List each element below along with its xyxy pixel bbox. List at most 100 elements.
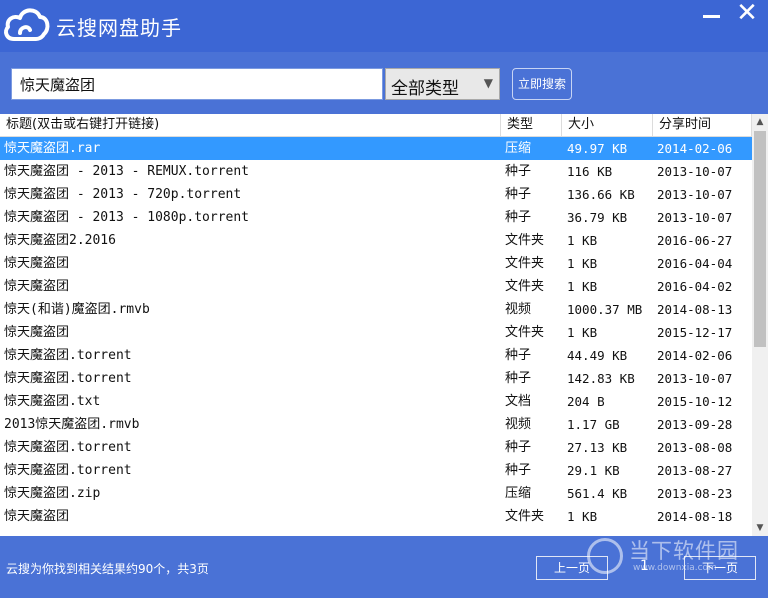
cell-title: 惊天魔盗团2.2016 xyxy=(4,233,116,248)
search-input[interactable] xyxy=(11,68,383,100)
search-bar: 全部类型 ▼ 立即搜索 xyxy=(0,52,768,114)
cell-type: 文件夹 xyxy=(505,279,545,294)
cell-size: 36.79 KB xyxy=(567,210,628,225)
cell-time: 2013-08-08 xyxy=(657,440,733,455)
table-row[interactable]: 惊天魔盗团2.2016 文件夹 1 KB 2016-06-27 xyxy=(0,229,752,252)
type-select[interactable]: 全部类型 ▼ xyxy=(385,68,500,100)
cell-time: 2014-02-06 xyxy=(657,348,733,363)
cell-title: 惊天魔盗团.torrent xyxy=(4,440,132,455)
cell-title: 惊天魔盗团 - 2013 - 1080p.torrent xyxy=(4,210,250,225)
result-count-text: 云搜为你找到相关结果约90个，共3页 xyxy=(6,562,209,576)
cell-title: 惊天魔盗团 xyxy=(4,279,70,294)
cell-title: 惊天魔盗团 - 2013 - REMUX.torrent xyxy=(4,164,250,179)
scroll-up-icon[interactable]: ▲ xyxy=(752,114,768,130)
cell-type: 文档 xyxy=(505,394,532,409)
cell-type: 文件夹 xyxy=(505,256,545,271)
table-row[interactable]: 惊天(和谐)魔盗团.rmvb 视频 1000.37 MB 2014-08-13 xyxy=(0,298,752,321)
table-row[interactable]: 惊天魔盗团 文件夹 1 KB 2014-08-18 xyxy=(0,505,752,528)
cell-size: 1000.37 MB xyxy=(567,302,643,317)
table-row[interactable]: 惊天魔盗团 文件夹 1 KB 2016-04-02 xyxy=(0,275,752,298)
cell-time: 2013-09-28 xyxy=(657,417,733,432)
cell-time: 2015-12-17 xyxy=(657,325,733,340)
cell-title: 惊天魔盗团.txt xyxy=(4,394,101,409)
list-header: 标题(双击或右键打开链接) 类型 大小 分享时间 xyxy=(0,114,752,137)
cell-type: 文件夹 xyxy=(505,325,545,340)
table-row[interactable]: 惊天魔盗团.zip 压缩 561.4 KB 2013-08-23 xyxy=(0,482,752,505)
cell-size: 561.4 KB xyxy=(567,486,628,501)
cell-type: 视频 xyxy=(505,302,532,317)
scroll-down-icon[interactable]: ▼ xyxy=(752,520,768,536)
cell-time: 2013-10-07 xyxy=(657,371,733,386)
search-button[interactable]: 立即搜索 xyxy=(512,68,572,100)
table-row[interactable]: 惊天魔盗团.torrent 种子 29.1 KB 2013-08-27 xyxy=(0,459,752,482)
table-row[interactable]: 惊天魔盗团 文件夹 1 KB 2016-04-04 xyxy=(0,252,752,275)
table-row[interactable]: 惊天魔盗团 - 2013 - REMUX.torrent 种子 116 KB 2013… xyxy=(0,160,752,183)
cell-title: 惊天魔盗团.rar xyxy=(4,141,101,156)
column-header-time[interactable]: 分享时间 xyxy=(653,114,752,136)
app-title: 云搜网盘助手 xyxy=(56,16,182,40)
cell-size: 27.13 KB xyxy=(567,440,628,455)
cell-size: 204 B xyxy=(567,394,605,409)
cell-type: 种子 xyxy=(505,348,532,363)
cell-size: 49.97 KB xyxy=(567,141,628,156)
column-header-title[interactable]: 标题(双击或右键打开链接) xyxy=(0,114,501,136)
prev-page-button[interactable]: 上一页 xyxy=(536,556,608,580)
table-row[interactable]: 惊天魔盗团.torrent 种子 142.83 KB 2013-10-07 xyxy=(0,367,752,390)
cell-type: 种子 xyxy=(505,164,532,179)
cell-size: 1 KB xyxy=(567,509,598,524)
minimize-button[interactable] xyxy=(700,6,724,26)
cell-time: 2014-02-06 xyxy=(657,141,733,156)
scrollbar-thumb[interactable] xyxy=(754,131,766,347)
table-row[interactable]: 惊天魔盗团 - 2013 - 1080p.torrent 种子 36.79 KB 20… xyxy=(0,206,752,229)
cell-title: 惊天魔盗团 xyxy=(4,325,70,340)
cell-time: 2013-10-07 xyxy=(657,187,733,202)
table-row[interactable]: 惊天魔盗团.torrent 种子 27.13 KB 2013-08-08 xyxy=(0,436,752,459)
cell-size: 116 KB xyxy=(567,164,613,179)
cell-title: 惊天魔盗团 xyxy=(4,509,70,524)
cell-time: 2016-04-02 xyxy=(657,279,733,294)
cell-type: 压缩 xyxy=(505,141,532,156)
cell-type: 视频 xyxy=(505,417,532,432)
status-bar: 云搜为你找到相关结果约90个，共3页 上一页 1 下一页 xyxy=(0,536,768,598)
cell-size: 1 KB xyxy=(567,279,598,294)
cell-time: 2016-06-27 xyxy=(657,233,733,248)
cell-title: 惊天魔盗团 xyxy=(4,256,70,271)
close-button[interactable]: ✕ xyxy=(734,0,760,26)
table-row[interactable]: 惊天魔盗团 - 2013 - 720p.torrent 种子 136.66 KB 20… xyxy=(0,183,752,206)
cell-size: 142.83 KB xyxy=(567,371,635,386)
cell-time: 2014-08-13 xyxy=(657,302,733,317)
table-row[interactable]: 惊天魔盗团.txt 文档 204 B 2015-10-12 xyxy=(0,390,752,413)
cell-size: 1 KB xyxy=(567,256,598,271)
cell-size: 1 KB xyxy=(567,233,598,248)
cell-type: 种子 xyxy=(505,187,532,202)
cell-title: 惊天魔盗团.torrent xyxy=(4,371,132,386)
next-page-button[interactable]: 下一页 xyxy=(684,556,756,580)
cell-title: 惊天魔盗团.zip xyxy=(4,486,101,501)
table-row[interactable]: 2013惊天魔盗团.rmvb 视频 1.17 GB 2013-09-28 xyxy=(0,413,752,436)
cell-time: 2013-10-07 xyxy=(657,164,733,179)
title-bar: 云搜网盘助手 ✕ xyxy=(0,0,768,52)
current-page-number: 1 xyxy=(640,558,649,574)
cell-type: 文件夹 xyxy=(505,233,545,248)
vertical-scrollbar[interactable]: ▲ ▼ xyxy=(752,114,768,536)
table-row[interactable]: 惊天魔盗团.rar 压缩 49.97 KB 2014-02-06 xyxy=(0,137,752,160)
column-header-size[interactable]: 大小 xyxy=(562,114,653,136)
cloud-logo-icon xyxy=(4,8,50,41)
cell-type: 种子 xyxy=(505,371,532,386)
cell-time: 2013-08-27 xyxy=(657,463,733,478)
cell-type: 种子 xyxy=(505,210,532,225)
table-row[interactable]: 惊天魔盗团.torrent 种子 44.49 KB 2014-02-06 xyxy=(0,344,752,367)
cell-type: 文件夹 xyxy=(505,509,545,524)
chevron-down-icon: ▼ xyxy=(483,76,493,90)
type-select-value: 全部类型 xyxy=(391,79,459,99)
cell-time: 2016-04-04 xyxy=(657,256,733,271)
cell-type: 种子 xyxy=(505,463,532,478)
cell-time: 2013-10-07 xyxy=(657,210,733,225)
cell-title: 惊天魔盗团.torrent xyxy=(4,463,132,478)
table-row[interactable]: 惊天魔盗团 文件夹 1 KB 2015-12-17 xyxy=(0,321,752,344)
cell-type: 种子 xyxy=(505,440,532,455)
cell-title: 2013惊天魔盗团.rmvb xyxy=(4,417,140,432)
column-header-type[interactable]: 类型 xyxy=(501,114,562,136)
cell-size: 136.66 KB xyxy=(567,187,635,202)
cell-title: 惊天魔盗团 - 2013 - 720p.torrent xyxy=(4,187,242,202)
